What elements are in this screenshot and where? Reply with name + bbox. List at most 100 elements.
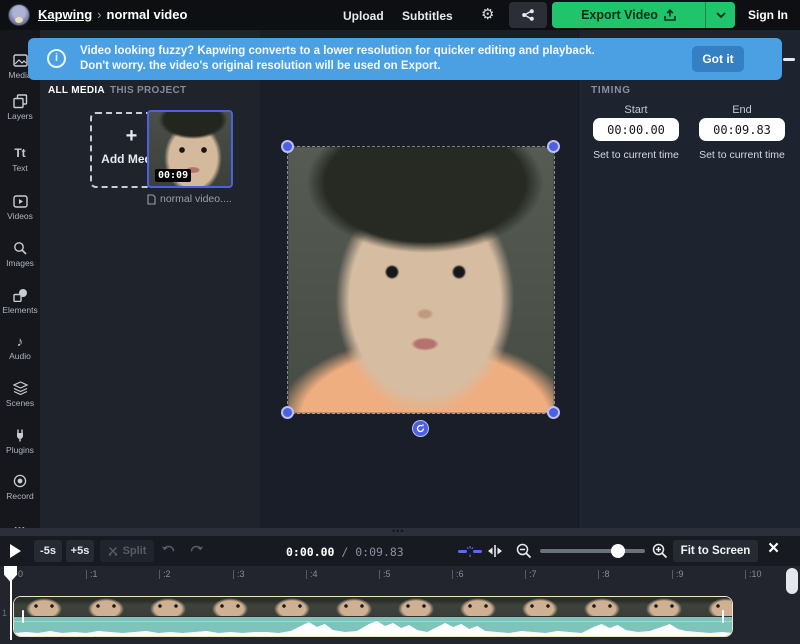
sidebar-item-label: Images: [0, 258, 40, 268]
zoom-out-icon: [516, 543, 532, 559]
clip-filmstrip: [14, 597, 732, 616]
undo-icon: [161, 544, 176, 555]
set-end-current-time-button[interactable]: Set to current time: [692, 149, 792, 161]
scissors-icon: [108, 546, 118, 556]
zoom-out-button[interactable]: [516, 543, 532, 559]
info-icon: i: [47, 49, 66, 68]
sidebar-item-images[interactable]: Images: [0, 240, 40, 268]
split-label: Split: [123, 545, 147, 557]
resize-handle-top-right[interactable]: [547, 140, 560, 153]
snap-icon: [458, 546, 482, 557]
mirror-arrows-icon: [487, 545, 503, 557]
resize-handle-bottom-right[interactable]: [547, 406, 560, 419]
end-label: End: [699, 104, 785, 116]
settings-gear-icon[interactable]: ⚙: [481, 6, 494, 23]
breadcrumb-home-link[interactable]: Kapwing: [38, 7, 92, 22]
got-it-button[interactable]: Got it: [692, 46, 744, 72]
sidebar-item-label: Audio: [0, 351, 40, 361]
subtitles-button[interactable]: Subtitles: [402, 9, 453, 23]
sidebar-item-audio[interactable]: ♪ Audio: [0, 333, 40, 361]
snap-toggle-button[interactable]: [458, 546, 482, 557]
resize-handle-bottom-left[interactable]: [281, 406, 294, 419]
kapwing-editor: Kapwing›normal video Upload Subtitles ⚙ …: [0, 0, 800, 644]
export-video-button[interactable]: Export Video: [552, 2, 735, 28]
redo-button[interactable]: [189, 544, 204, 555]
redo-icon: [189, 544, 204, 555]
split-view-button[interactable]: [487, 545, 503, 557]
sidebar-item-label: Text: [0, 163, 40, 173]
page-title[interactable]: normal video: [107, 7, 188, 22]
sidebar-item-label: Record: [0, 491, 40, 501]
resize-handle-top-left[interactable]: [281, 140, 294, 153]
fit-to-screen-button[interactable]: Fit to Screen: [673, 540, 758, 562]
tab-this-project[interactable]: THIS PROJECT: [110, 85, 186, 96]
sidebar-item-videos[interactable]: Videos: [0, 193, 40, 221]
drag-dots-icon: •••: [392, 530, 408, 534]
text-icon: Tt: [0, 145, 40, 161]
images-search-icon: [13, 241, 27, 255]
clip-waveform: [14, 617, 732, 636]
upload-button[interactable]: Upload: [343, 9, 384, 23]
start-time-input[interactable]: [593, 118, 679, 141]
time-separator: /: [334, 545, 355, 559]
panel-scrollbar-dash[interactable]: [783, 58, 795, 61]
forward-5s-button[interactable]: +5s: [66, 540, 94, 562]
ruler-tick: :8: [598, 570, 610, 579]
share-button[interactable]: [509, 2, 547, 28]
undo-button[interactable]: [161, 544, 176, 555]
play-button[interactable]: [10, 544, 21, 558]
banner-line-2: Don't worry. the video's original resolu…: [80, 59, 670, 74]
selected-video-layer[interactable]: [288, 147, 554, 413]
sidebar-item-plugins[interactable]: Plugins: [0, 427, 40, 455]
timeline-zoom-slider[interactable]: [540, 549, 645, 553]
start-label: Start: [593, 104, 679, 116]
audio-icon: ♪: [0, 333, 40, 349]
rotate-icon: [412, 420, 429, 437]
export-video-main[interactable]: Export Video: [552, 2, 705, 28]
sign-in-button[interactable]: Sign In: [748, 8, 788, 22]
zoom-slider-knob[interactable]: [611, 544, 625, 558]
sidebar: Media Layers Tt Text Videos Images Eleme…: [0, 30, 40, 528]
sidebar-item-scenes[interactable]: Scenes: [0, 380, 40, 408]
end-time-input[interactable]: [699, 118, 785, 141]
set-start-current-time-button[interactable]: Set to current time: [586, 149, 686, 161]
zoom-in-button[interactable]: [652, 543, 668, 559]
scenes-icon: [13, 381, 28, 395]
file-icon: [147, 194, 156, 205]
timeline-video-clip[interactable]: [13, 596, 733, 637]
sidebar-item-text[interactable]: Tt Text: [0, 145, 40, 173]
clip-trim-handle-left[interactable]: [22, 610, 24, 623]
banner-line-1: Video looking fuzzy? Kapwing converts to…: [80, 44, 670, 59]
split-button[interactable]: Split: [100, 540, 154, 562]
timeline-resize-bar[interactable]: •••: [0, 528, 800, 536]
kapwing-logo[interactable]: [8, 4, 30, 26]
media-icon: [13, 54, 28, 67]
sidebar-item-record[interactable]: Record: [0, 473, 40, 501]
record-icon: [13, 474, 27, 488]
sidebar-item-label: Elements: [0, 305, 40, 315]
close-timeline-icon[interactable]: ×: [768, 538, 779, 560]
media-clip-caption: normal video....: [147, 193, 257, 205]
media-library-thumbnail[interactable]: 00:09: [147, 110, 233, 188]
sidebar-item-elements[interactable]: Elements: [0, 287, 40, 315]
timeline-scrollbar-thumb[interactable]: [786, 568, 798, 594]
sidebar-item-layers[interactable]: Layers: [0, 93, 40, 121]
share-icon: [521, 8, 535, 22]
ruler-tick: :9: [672, 570, 684, 579]
rewind-5s-button[interactable]: -5s: [34, 540, 62, 562]
sidebar-item-label: Videos: [0, 211, 40, 221]
ruler-tick: :2: [159, 570, 171, 579]
layers-icon: [13, 94, 28, 109]
zoom-in-icon: [652, 543, 668, 559]
ruler-tick: :10: [745, 570, 762, 579]
rotate-handle[interactable]: [412, 420, 429, 437]
sidebar-item-label: Scenes: [0, 398, 40, 408]
breadcrumb-separator: ›: [92, 7, 106, 22]
clip-trim-handle-right[interactable]: [722, 610, 724, 623]
tab-all-media[interactable]: ALL MEDIA: [48, 85, 105, 96]
timeline: 0 :1 :2 :3 :4 :5 :6 :7 :8 :9 :10 1: [0, 566, 800, 644]
ruler-tick: :7: [525, 570, 537, 579]
media-panel: ALL MEDIA THIS PROJECT + Add Media 00:09…: [40, 30, 260, 528]
export-options-caret[interactable]: [705, 2, 735, 28]
total-time: 0:09.83: [355, 545, 403, 559]
